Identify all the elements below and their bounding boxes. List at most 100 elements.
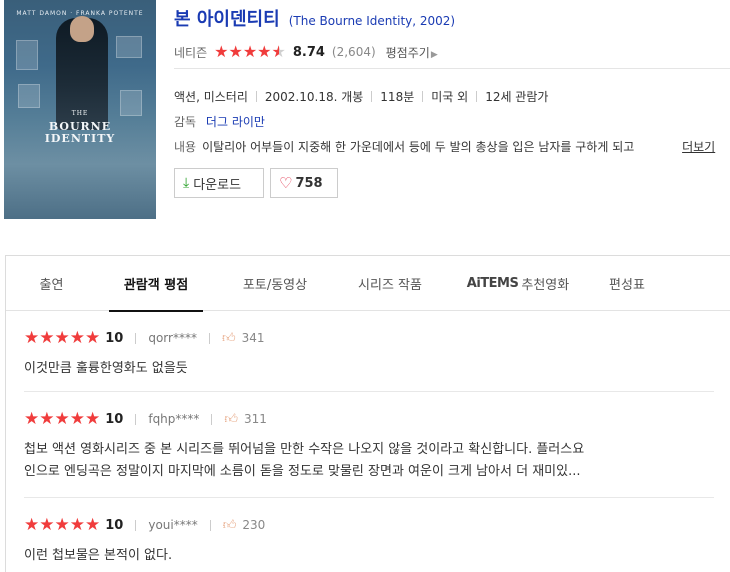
star-icon: ★: [24, 515, 40, 535]
star-icon: ★: [228, 42, 243, 61]
review-text: 이것만큼 훌륭한영화도 없을듯: [24, 361, 188, 376]
star-icon: ★: [69, 328, 85, 348]
aitems-logo: AiTEMS: [466, 276, 519, 291]
separator: [211, 413, 213, 425]
movie-poster[interactable]: MATT DAMON · FRANKA POTENTE THE BOURNE I…: [4, 0, 156, 219]
star-icon: ★: [85, 328, 101, 348]
runtime: 118분: [380, 90, 415, 104]
separator: [208, 332, 210, 344]
genre: 액션, 미스터리: [174, 90, 248, 104]
review-like-button[interactable]: 👍︎ 311: [224, 412, 267, 427]
heart-icon: ♡: [279, 174, 293, 192]
thumbs-up-icon: 👍︎: [221, 330, 236, 346]
review-divider: [24, 497, 714, 498]
review-item: ★ ★ ★ ★ ★ 10 youi**** 👍︎ 230 이런 첩보물은 본적이 없다.: [24, 515, 719, 567]
separator: [209, 519, 211, 531]
rating-row: 네티즌 ★ ★ ★ ★ ★ 8.74 (2,604) 평점주기▶: [174, 42, 438, 62]
separator: [422, 91, 424, 102]
star-icon: ★: [85, 409, 101, 429]
rating-label: 네티즌: [174, 45, 208, 60]
review-stars: ★ ★ ★ ★ ★: [24, 409, 101, 429]
review-text: 이런 첩보물은 본적이 없다.: [24, 548, 173, 563]
rating-stars: ★ ★ ★ ★ ★: [214, 44, 286, 60]
meta-row: 액션, 미스터리 2002.10.18. 개봉 118분 미국 외 12세 관람…: [174, 88, 548, 105]
star-icon: ★: [257, 42, 272, 61]
review-user[interactable]: qorr****: [148, 331, 197, 345]
title-row: 본 아이덴티티 (The Bourne Identity, 2002): [174, 5, 455, 31]
review-user[interactable]: fqhp****: [148, 412, 199, 426]
review-stars: ★ ★ ★ ★ ★: [24, 515, 101, 535]
download-arrow-icon: ⤓: [183, 175, 190, 191]
star-icon: ★: [214, 42, 229, 61]
director-label: 감독: [174, 115, 197, 129]
review-header: ★ ★ ★ ★ ★ 10 fqhp**** 👍︎ 311: [24, 409, 719, 429]
separator: [135, 519, 137, 531]
star-icon: ★: [54, 328, 70, 348]
star-icon: ★: [24, 328, 40, 348]
divider: [174, 68, 730, 69]
poster-panel: [18, 84, 40, 108]
tab-recommended[interactable]: AiTEMS 추천영화: [445, 256, 591, 311]
poster-panel: [16, 40, 38, 70]
tab-cast[interactable]: 출연: [6, 256, 97, 311]
tab-recommended-label: 추천영화: [521, 278, 570, 293]
star-icon: ★: [39, 515, 55, 535]
rating-votes: (2,604): [331, 45, 376, 59]
separator: [255, 91, 257, 102]
review-like-count: 341: [241, 331, 265, 345]
rating-score: 8.74: [292, 44, 325, 60]
poster-panel: [116, 36, 142, 58]
thumbs-up-icon: 👍︎: [224, 411, 239, 427]
thumbs-up-icon: 👍︎: [222, 517, 237, 533]
rate-button[interactable]: 평점주기▶: [386, 44, 438, 61]
tab-bar: 출연 관람객 평점 포토/동영상 시리즈 작품 AiTEMS 추천영화 편성표: [6, 256, 730, 312]
plot-row: 내용 이탈리아 어부들이 지중해 한 가운데에서 등에 두 발의 총상을 입은 …: [174, 138, 730, 155]
star-icon: ★: [69, 515, 85, 535]
poster-title-line2: IDENTITY: [44, 132, 116, 145]
review-like-button[interactable]: 👍︎ 341: [222, 331, 265, 346]
separator: [371, 91, 373, 102]
review-score: 10: [105, 330, 124, 346]
separator: [135, 413, 137, 425]
star-icon: ★: [39, 328, 55, 348]
star-icon: ★: [54, 515, 70, 535]
download-label: 다운로드: [193, 177, 242, 193]
separator: [476, 91, 478, 102]
review-text: 첩보 액션 영화시리즈 중 본 시리즈를 뛰어넘을 만한 수작은 나오지 않을 …: [24, 439, 719, 483]
movie-title[interactable]: 본 아이덴티티: [174, 9, 280, 30]
country: 미국 외: [431, 90, 469, 104]
like-count: 758: [295, 175, 323, 191]
star-icon: ★: [69, 409, 85, 429]
star-icon: ★: [85, 515, 101, 535]
star-icon: ★: [242, 42, 258, 61]
movie-original-title: (The Bourne Identity, 2002): [288, 14, 456, 28]
separator: [135, 332, 137, 344]
review-like-button[interactable]: 👍︎ 230: [223, 518, 266, 533]
review-item: ★ ★ ★ ★ ★ 10 fqhp**** 👍︎ 311 첩보 액션 영화시리즈 중 본…: [24, 409, 719, 498]
review-item: ★ ★ ★ ★ ★ 10 qorr**** 👍︎ 341 이것만큼 훌륭한영화도 없을듯: [24, 328, 719, 392]
review-like-count: 230: [242, 518, 266, 532]
plot-label: 내용: [174, 140, 197, 154]
star-icon: ★: [39, 409, 55, 429]
review-header: ★ ★ ★ ★ ★ 10 qorr**** 👍︎ 341: [24, 328, 719, 348]
star-icon: ★: [24, 409, 40, 429]
review-text-line: 첩보 액션 영화시리즈 중 본 시리즈를 뛰어넘을 만한 수작은 나오지 않을 …: [24, 442, 585, 457]
director-link[interactable]: 더그 라이만: [206, 115, 265, 129]
review-score: 10: [105, 411, 124, 427]
more-link[interactable]: 더보기: [682, 138, 715, 155]
tab-audience-rating[interactable]: 관람객 평점: [97, 256, 215, 312]
review-user[interactable]: youi****: [148, 518, 197, 532]
download-button[interactable]: ⤓ 다운로드: [174, 168, 264, 198]
plot-text: 이탈리아 어부들이 지중해 한 가운데에서 등에 두 발의 총상을 입은 남자를…: [202, 140, 635, 154]
action-buttons: ⤓ 다운로드 ♡ 758: [174, 168, 338, 198]
tab-photo-video[interactable]: 포토/동영상: [215, 256, 335, 311]
review-like-count: 311: [244, 412, 267, 426]
tab-series[interactable]: 시리즈 작품: [335, 256, 445, 311]
like-button[interactable]: ♡ 758: [270, 168, 338, 198]
star-half-icon: ★: [271, 42, 286, 61]
age-rating: 12세 관람가: [485, 90, 549, 104]
release-date: 2002.10.18. 개봉: [264, 90, 364, 104]
poster-title-small: THE: [71, 110, 89, 117]
tab-schedule[interactable]: 편성표: [591, 256, 663, 311]
star-icon: ★: [54, 409, 70, 429]
